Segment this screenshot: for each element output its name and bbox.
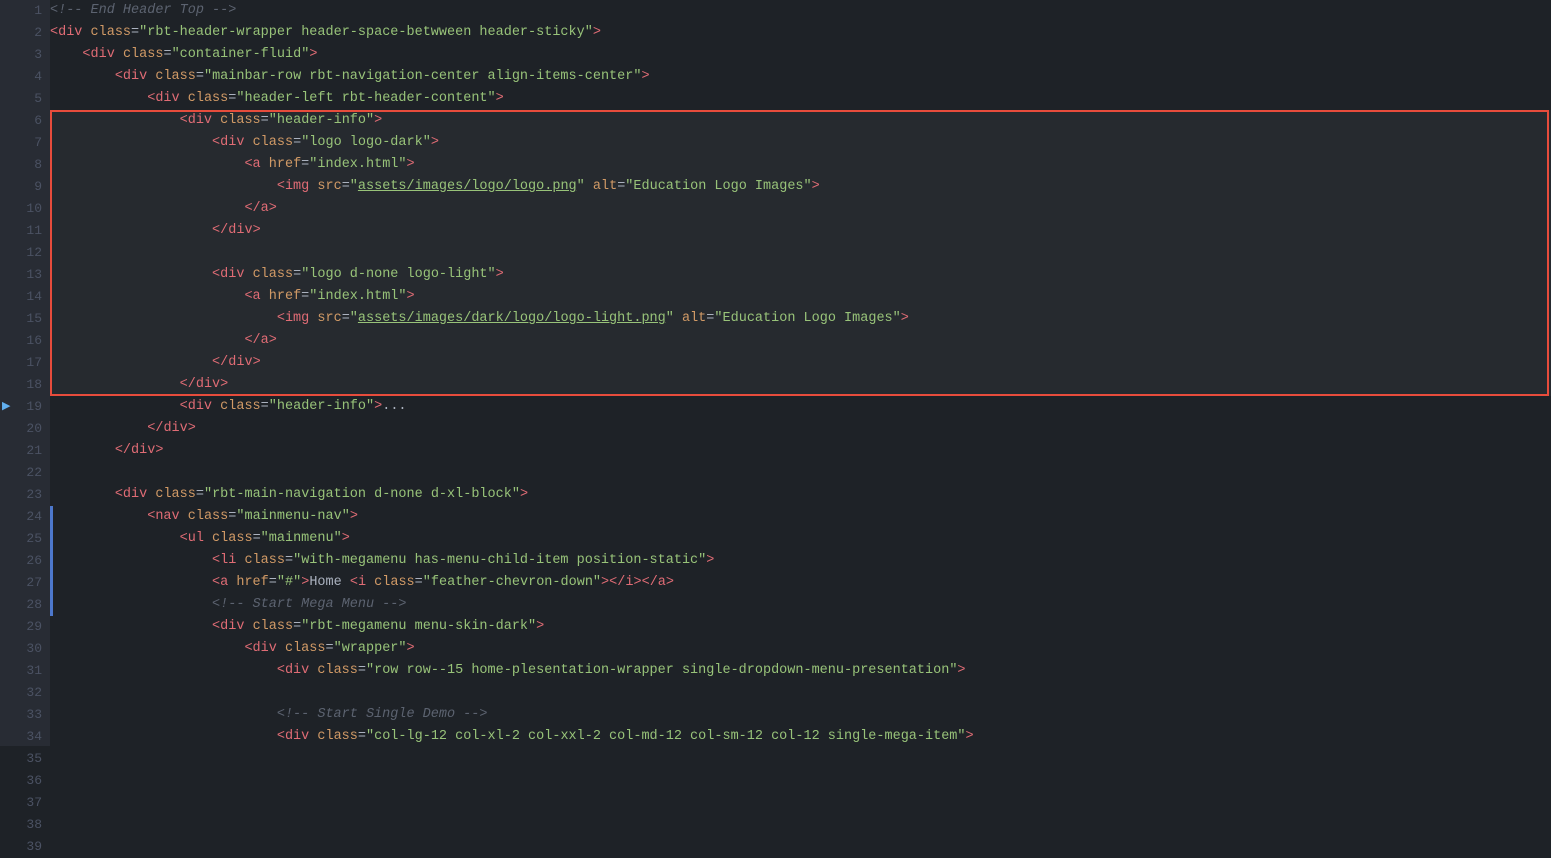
line-number-14: 14 bbox=[0, 286, 50, 308]
line-number-6: 6 bbox=[0, 110, 50, 132]
code-line-15: <img src="assets/images/dark/logo/logo-l… bbox=[50, 308, 1551, 330]
line-number-12: 12 bbox=[0, 242, 50, 264]
code-line-8: <a href="index.html"> bbox=[50, 154, 1551, 176]
line-number-28: 28 bbox=[0, 594, 50, 616]
code-line-18: </div> bbox=[50, 374, 1551, 396]
line-number-8: 8 bbox=[0, 154, 50, 176]
code-line-30: <div class="wrapper"> bbox=[50, 638, 1551, 660]
line-number-15: 15 bbox=[0, 308, 50, 330]
code-line-33: <!-- Start Single Demo --> bbox=[50, 704, 1551, 726]
code-line-11: </div> bbox=[50, 220, 1551, 242]
code-line-12 bbox=[50, 242, 1551, 264]
line-number-37: 37 bbox=[0, 792, 50, 814]
line-number-10: 10 bbox=[0, 198, 50, 220]
code-line-21: </div> bbox=[50, 440, 1551, 462]
line-number-20: 20 bbox=[0, 418, 50, 440]
code-line-29: <div class="rbt-megamenu menu-skin-dark"… bbox=[50, 616, 1551, 638]
line-number-3: 3 bbox=[0, 44, 50, 66]
code-line-17: </div> bbox=[50, 352, 1551, 374]
code-content-area[interactable]: <!-- End Header Top --><div class="rbt-h… bbox=[50, 0, 1551, 746]
line-number-17: 17 bbox=[0, 352, 50, 374]
line-number-29: 29 bbox=[0, 616, 50, 638]
line-number-26: 26 bbox=[0, 550, 50, 572]
line-number-16: 16 bbox=[0, 330, 50, 352]
line-number-gutter: 123456789101112131415161718▶192021222324… bbox=[0, 0, 50, 746]
code-line-10: </a> bbox=[50, 198, 1551, 220]
code-line-28: <!-- Start Mega Menu --> bbox=[50, 594, 1551, 616]
code-editor: 123456789101112131415161718▶192021222324… bbox=[0, 0, 1551, 746]
line-number-9: 9 bbox=[0, 176, 50, 198]
code-line-34: <div class="col-lg-12 col-xl-2 col-xxl-2… bbox=[50, 726, 1551, 746]
code-line-19: <div class="header-info">... bbox=[50, 396, 1551, 418]
code-line-32 bbox=[50, 682, 1551, 704]
code-line-1: <!-- End Header Top --> bbox=[50, 0, 1551, 22]
code-line-6: <div class="header-info"> bbox=[50, 110, 1551, 132]
code-line-20: </div> bbox=[50, 418, 1551, 440]
code-line-5: <div class="header-left rbt-header-conte… bbox=[50, 88, 1551, 110]
line-number-19: ▶19 bbox=[0, 396, 50, 418]
line-number-27: 27 bbox=[0, 572, 50, 594]
line-number-35: 35 bbox=[0, 748, 50, 770]
line-number-21: 21 bbox=[0, 440, 50, 462]
code-line-7: <div class="logo logo-dark"> bbox=[50, 132, 1551, 154]
line-number-36: 36 bbox=[0, 770, 50, 792]
line-number-18: 18 bbox=[0, 374, 50, 396]
line-number-25: 25 bbox=[0, 528, 50, 550]
line-number-23: 23 bbox=[0, 484, 50, 506]
code-line-13: <div class="logo d-none logo-light"> bbox=[50, 264, 1551, 286]
line-number-11: 11 bbox=[0, 220, 50, 242]
line-number-39: 39 bbox=[0, 836, 50, 858]
code-line-27: <a href="#">Home <i class="feather-chevr… bbox=[50, 572, 1551, 594]
code-line-24: <nav class="mainmenu-nav"> bbox=[50, 506, 1551, 528]
code-line-3: <div class="container-fluid"> bbox=[50, 44, 1551, 66]
code-line-9: <img src="assets/images/logo/logo.png" a… bbox=[50, 176, 1551, 198]
code-line-25: <ul class="mainmenu"> bbox=[50, 528, 1551, 550]
line-number-24: 24 bbox=[0, 506, 50, 528]
line-number-32: 32 bbox=[0, 682, 50, 704]
code-line-14: <a href="index.html"> bbox=[50, 286, 1551, 308]
code-line-4: <div class="mainbar-row rbt-navigation-c… bbox=[50, 66, 1551, 88]
code-line-26: <li class="with-megamenu has-menu-child-… bbox=[50, 550, 1551, 572]
code-line-2: <div class="rbt-header-wrapper header-sp… bbox=[50, 22, 1551, 44]
line-number-5: 5 bbox=[0, 88, 50, 110]
line-number-22: 22 bbox=[0, 462, 50, 484]
line-number-38: 38 bbox=[0, 814, 50, 836]
code-line-16: </a> bbox=[50, 330, 1551, 352]
blue-line-indicator bbox=[50, 506, 53, 616]
line-number-31: 31 bbox=[0, 660, 50, 682]
line-number-34: 34 bbox=[0, 726, 50, 748]
line-number-1: 1 bbox=[0, 0, 50, 22]
line-number-33: 33 bbox=[0, 704, 50, 726]
line-number-13: 13 bbox=[0, 264, 50, 286]
code-line-23: <div class="rbt-main-navigation d-none d… bbox=[50, 484, 1551, 506]
code-line-22 bbox=[50, 462, 1551, 484]
line-number-2: 2 bbox=[0, 22, 50, 44]
line-number-30: 30 bbox=[0, 638, 50, 660]
line-number-4: 4 bbox=[0, 66, 50, 88]
code-line-31: <div class="row row--15 home-plesentatio… bbox=[50, 660, 1551, 682]
line-number-7: 7 bbox=[0, 132, 50, 154]
